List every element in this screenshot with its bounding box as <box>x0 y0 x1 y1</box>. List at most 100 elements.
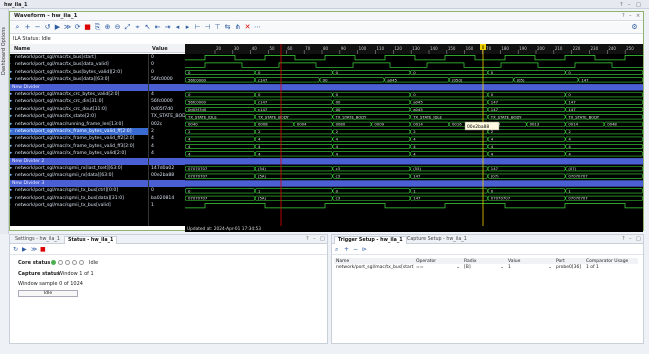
gear-icon[interactable]: ⚙ <box>630 23 639 32</box>
signal-row[interactable]: ▸ network/port_sgl/mac/rx_frame_bytes_val… <box>10 135 148 142</box>
signal-row[interactable]: ▸ network/port_sgl/mac/rx_frame_bytes_val… <box>10 143 148 150</box>
bus-segment <box>184 144 256 149</box>
column-name-header[interactable]: Name <box>14 46 30 52</box>
swap-cursors-icon[interactable]: ⇆ <box>223 23 232 32</box>
trigger-radix-select[interactable]: [B] ⌄ <box>462 264 506 271</box>
trigger-table: Name Operator Radix Value Port Comparato… <box>334 258 638 271</box>
bus-value-label: (05d) <box>452 77 463 82</box>
dashboard-options-tab[interactable]: Dashboard Options <box>0 9 9 234</box>
status-panel-tabs: Settings - hw_ila_1 Status - hw_ila_1 ? … <box>10 235 327 244</box>
signal-row[interactable]: ▸ network/port_sgl/mac/tx_crc_bytes_valid… <box>10 91 148 98</box>
signal-value: 00e2ba88 <box>151 173 175 179</box>
minimize-icon[interactable]: – <box>629 236 632 242</box>
minimize-icon[interactable]: – <box>629 13 632 19</box>
add-marker-icon[interactable]: ⊢ <box>193 23 202 32</box>
run-immediate-icon[interactable]: ≫ <box>63 23 72 32</box>
tab-capture-setup[interactable]: Capture Setup - hw_ila_1 <box>404 236 470 244</box>
delete-icon[interactable]: ✕ <box>243 23 252 32</box>
help-icon[interactable]: ? <box>622 236 625 242</box>
signal-divider[interactable]: New Divider 3 <box>10 179 148 188</box>
waveform-title-bar: Waveform - hw_ila_1 ? – × <box>10 12 643 21</box>
signal-row[interactable]: ▸ network/port_sgl/mac/running_frame_len[… <box>10 121 148 128</box>
minimize-icon[interactable]: – <box>628 2 631 8</box>
signal-divider[interactable]: New Divider 2 <box>10 157 148 165</box>
help-icon[interactable]: ? <box>622 13 625 19</box>
add-probe-icon[interactable]: + <box>344 246 349 253</box>
tab-settings[interactable]: Settings - hw_ila_1 <box>12 236 63 244</box>
signal-row[interactable]: · network/port_sgl/mac/tx_bus[data_valid] <box>10 61 148 68</box>
remove-icon[interactable]: − <box>33 23 42 32</box>
bus-value-label: 0 <box>491 70 494 75</box>
minimize-icon[interactable]: – <box>313 236 316 242</box>
trigger-value-select[interactable]: 1 ⌄ <box>506 264 554 271</box>
export-icon[interactable]: ⎘ <box>93 23 102 32</box>
add-icon[interactable]: + <box>23 23 32 32</box>
signal-row[interactable]: · network/port_sgl/mac/sgmii_tx_bus[valid… <box>10 202 148 209</box>
stop-icon[interactable]: ■ <box>83 23 92 32</box>
settings-icon[interactable]: ⋯ <box>253 23 262 32</box>
tab-status[interactable]: Status - hw_ila_1 <box>64 236 118 244</box>
maximize-icon[interactable]: □ <box>636 236 641 242</box>
signal-divider[interactable]: New Divider <box>10 83 148 91</box>
bus-segment <box>332 173 411 179</box>
waveform-canvas[interactable]: 20 30 40 50 60 70 80 90 100 110 120 130 140 150 160 170… <box>184 44 644 226</box>
zoom-out-icon[interactable]: ⊖ <box>113 23 122 32</box>
column-value-header[interactable]: Value <box>152 46 168 52</box>
maximize-icon[interactable]: □ <box>636 2 641 8</box>
run-trigger-icon[interactable]: ▶ <box>53 23 62 32</box>
signal-row[interactable]: ▸ network/port_sgl/mac/tx_crc_dout[31:0] <box>10 106 148 113</box>
signal-row[interactable]: ▸ network/port_sgl/mac/sgmii_tx_bus[ctrl]… <box>10 187 148 194</box>
bus-segment <box>254 136 333 142</box>
signal-row[interactable]: · network/port_sgl/mac/tx_bus[start] <box>10 54 148 61</box>
signal-row[interactable]: ▸ network/port_sgl/mac/tx_bus[bytes_valid… <box>10 69 148 76</box>
signal-name: New Divider 3 <box>12 180 45 186</box>
run-trigger-icon[interactable]: ▶ <box>22 246 27 253</box>
bus-value-label: 1 <box>258 188 261 193</box>
signal-row[interactable]: ▸ network/port_sgl/mac/rx_frame_bytes_val… <box>10 128 148 136</box>
restore-icon[interactable]: ↺ <box>43 23 52 32</box>
idle-button[interactable]: Idle <box>18 290 78 297</box>
zoom-in-icon[interactable]: ⊕ <box>103 23 112 32</box>
next-marker-icon[interactable]: ⊤ <box>213 23 222 32</box>
prev-transition-icon[interactable]: ◂ <box>173 23 182 32</box>
search-icon[interactable]: ⌕ <box>335 246 338 254</box>
signal-row[interactable]: ▸ network/port_sgl/mac/tx_crc_din[31:0] <box>10 98 148 105</box>
help-icon[interactable]: ? <box>306 236 309 242</box>
signal-row[interactable]: ▸ network/port_sgl/mac/tx_state[2:0] <box>10 113 148 120</box>
signal-row[interactable]: ▸ network/port_sgl/mac/sgmii_rx[last_tset… <box>10 165 148 172</box>
close-icon[interactable]: × <box>636 13 640 19</box>
bus-segment <box>565 144 644 149</box>
signal-row[interactable]: ▸ network/port_sgl/mac/sgmii_tx_bus[data]… <box>10 195 148 202</box>
bus-value-label: a045 <box>387 77 397 82</box>
signal-row[interactable]: ▸ network/port_sgl/mac/sgmii_rx[data][63:… <box>10 172 148 179</box>
bus-value-label: 4 <box>568 137 571 142</box>
remove-probe-icon[interactable]: − <box>353 246 358 253</box>
bus-value-label: 4 <box>413 137 416 142</box>
refresh-icon[interactable]: ↻ <box>13 246 18 253</box>
signal-value: 56fc0000 <box>151 99 173 105</box>
prev-marker-icon[interactable]: ⊣ <box>203 23 212 32</box>
divider-band <box>185 158 643 165</box>
run-immediate-icon[interactable]: ≫ <box>31 246 37 253</box>
cursor-tool-icon[interactable]: ↖ <box>143 23 152 32</box>
go-last-icon[interactable]: ⇥ <box>163 23 172 32</box>
signal-row[interactable]: ▸ network/port_sgl/mac/rx_frame_bytes_val… <box>10 150 148 157</box>
snap-icon[interactable]: ⋔ <box>233 23 242 32</box>
next-transition-icon[interactable]: ▸ <box>183 23 192 32</box>
trigger-condition-icon[interactable]: ⊳ <box>362 246 367 253</box>
signal-row[interactable]: ▸ network/port_sgl/mac/tx_bus[data][63:0] <box>10 76 148 83</box>
zoom-cursor-icon[interactable]: ⌖ <box>133 23 142 32</box>
zoom-fit-icon[interactable]: ⤢ <box>123 23 132 32</box>
trigger-operator-select[interactable]: == ⌄ <box>414 264 462 271</box>
waveform-svg[interactable]: 20 30 40 50 60 70 80 90 100 110 120 130 140 150 160 170… <box>184 44 644 226</box>
bus-segment <box>332 188 411 194</box>
help-icon[interactable]: ? <box>620 2 623 8</box>
table-row[interactable]: network/port_sgl/mac/tx_bus[start] == ⌄ … <box>334 264 638 271</box>
auto-retrigger-icon[interactable]: ⟳ <box>73 23 82 32</box>
search-icon[interactable]: ⌕ <box>13 23 22 32</box>
bus-value-label: 00 <box>336 100 341 105</box>
tab-trigger-setup[interactable]: Trigger Setup - hw_ila_1 <box>334 236 407 244</box>
stop-icon[interactable]: ■ <box>40 246 46 253</box>
go-first-icon[interactable]: ⇤ <box>153 23 162 32</box>
maximize-icon[interactable]: □ <box>320 236 325 242</box>
